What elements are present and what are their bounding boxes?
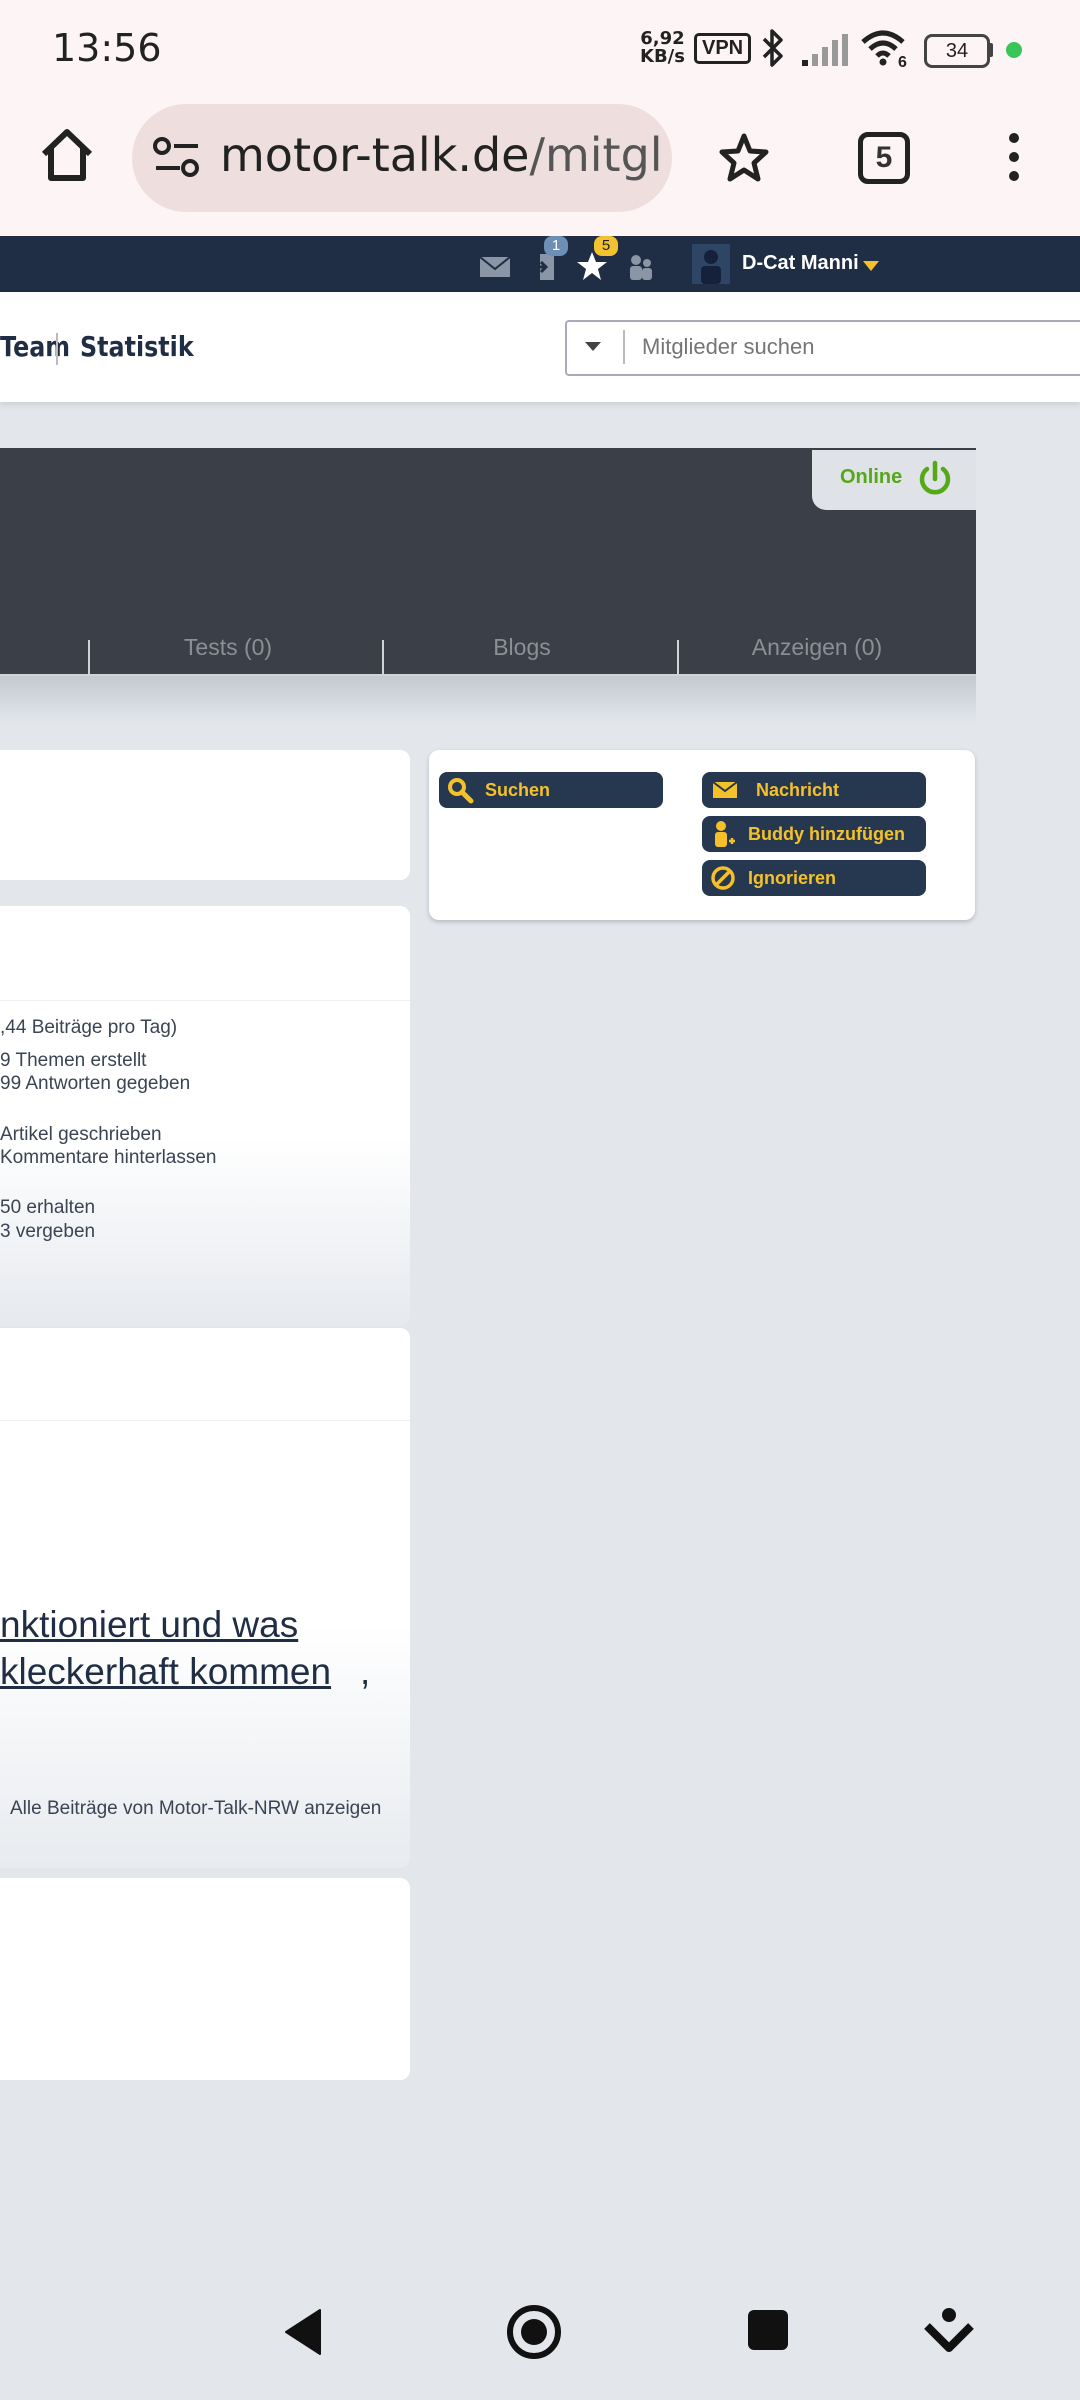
search-dropdown-button[interactable] <box>565 320 623 372</box>
add-buddy-icon <box>708 819 738 849</box>
stat-articles-written: Artikel geschrieben <box>0 1124 162 1145</box>
avatar[interactable] <box>692 244 730 284</box>
battery-icon: 34 <box>924 34 990 68</box>
tab-switcher-button[interactable]: 5 <box>858 132 910 184</box>
header-shadow <box>0 676 976 724</box>
latest-post-card <box>0 1328 410 1868</box>
nav-link-team[interactable]: Team <box>0 330 70 363</box>
stat-answers-given: 99 Antworten gegeben <box>0 1073 191 1094</box>
url-text[interactable]: motor-talk.de/mitglied <box>220 128 660 182</box>
content-card <box>0 1878 410 2080</box>
home-circle-icon[interactable] <box>506 2304 562 2360</box>
envelope-icon <box>710 775 740 805</box>
stat-given: 3 vergeben <box>0 1221 96 1242</box>
status-bar <box>0 0 1080 96</box>
tab-blogs[interactable]: Blogs <box>377 634 667 661</box>
bookmark-star-icon[interactable] <box>718 132 770 184</box>
privacy-indicator-dot <box>1006 42 1022 58</box>
login-icon[interactable] <box>530 252 560 282</box>
buddy-hinzufuegen-button[interactable]: Buddy hinzufügen <box>702 816 926 852</box>
wifi-badge: 6 <box>898 54 907 71</box>
nav-link-statistik[interactable]: Statistik <box>80 330 194 363</box>
buddy-hinzufuegen-label: Buddy hinzufügen <box>748 823 905 844</box>
post-title-line2[interactable]: kleckerhaft kommen <box>0 1651 331 1693</box>
back-icon[interactable] <box>280 2306 326 2358</box>
battery-tip <box>988 43 993 57</box>
statistics-card <box>0 906 410 1326</box>
vpn-icon: VPN <box>694 33 752 64</box>
favorites-badge: 5 <box>594 236 618 256</box>
stat-comments-left: Kommentare hinterlassen <box>0 1147 217 1168</box>
info-card <box>0 750 410 880</box>
post-title-comma: , <box>360 1651 371 1692</box>
nachricht-button[interactable]: Nachricht <box>702 772 926 808</box>
status-time: 13:56 <box>52 26 162 70</box>
network-speed-unit: KB/s <box>640 46 685 67</box>
assist-chevron-icon[interactable] <box>924 2306 974 2356</box>
power-icon <box>919 460 951 495</box>
all-posts-link[interactable]: Alle Beiträge von Motor-Talk-NRW anzeige… <box>10 1798 381 1820</box>
tab-anzeigen[interactable]: Anzeigen (0) <box>672 634 962 661</box>
signal-icon <box>802 34 848 66</box>
site-settings-icon[interactable] <box>152 136 202 180</box>
stat-topics-created: 9 Themen erstellt <box>0 1050 147 1071</box>
browser-menu-icon[interactable] <box>1004 130 1024 184</box>
mail-icon[interactable] <box>478 254 512 280</box>
network-speed: 6,92 KB/s <box>640 30 685 66</box>
suchen-label: Suchen <box>485 779 551 800</box>
ignorieren-label: Ignorieren <box>748 867 837 888</box>
username[interactable]: D-Cat Manni <box>742 252 859 275</box>
block-icon <box>708 863 738 893</box>
url-host: motor-talk.de <box>220 128 530 182</box>
chevron-down-icon[interactable] <box>862 260 880 272</box>
buddies-icon[interactable] <box>626 252 656 282</box>
search-divider <box>623 330 625 364</box>
dropdown-arrow-icon <box>585 342 601 351</box>
card-divider <box>0 1000 410 1001</box>
ignorieren-button[interactable]: Ignorieren <box>702 860 926 896</box>
stat-posts-per-day: ,44 Beiträge pro Tag) <box>0 1017 178 1038</box>
suchen-button[interactable]: Suchen <box>439 772 663 808</box>
online-status-label: Online <box>840 466 903 488</box>
url-path: /mitglied <box>529 128 660 182</box>
nachricht-label: Nachricht <box>756 779 840 800</box>
member-search-input[interactable] <box>640 320 1064 374</box>
recents-icon[interactable] <box>748 2310 788 2350</box>
home-icon[interactable] <box>38 126 96 184</box>
bluetooth-icon <box>762 29 783 67</box>
notification-badge: 1 <box>544 236 568 256</box>
tab-tests[interactable]: Tests (0) <box>83 634 373 661</box>
post-title-line1[interactable]: nktioniert und was <box>0 1604 298 1646</box>
card-divider <box>0 1420 410 1421</box>
search-icon <box>445 775 475 805</box>
nav-separator <box>56 333 58 365</box>
stat-received: 50 erhalten <box>0 1197 96 1218</box>
